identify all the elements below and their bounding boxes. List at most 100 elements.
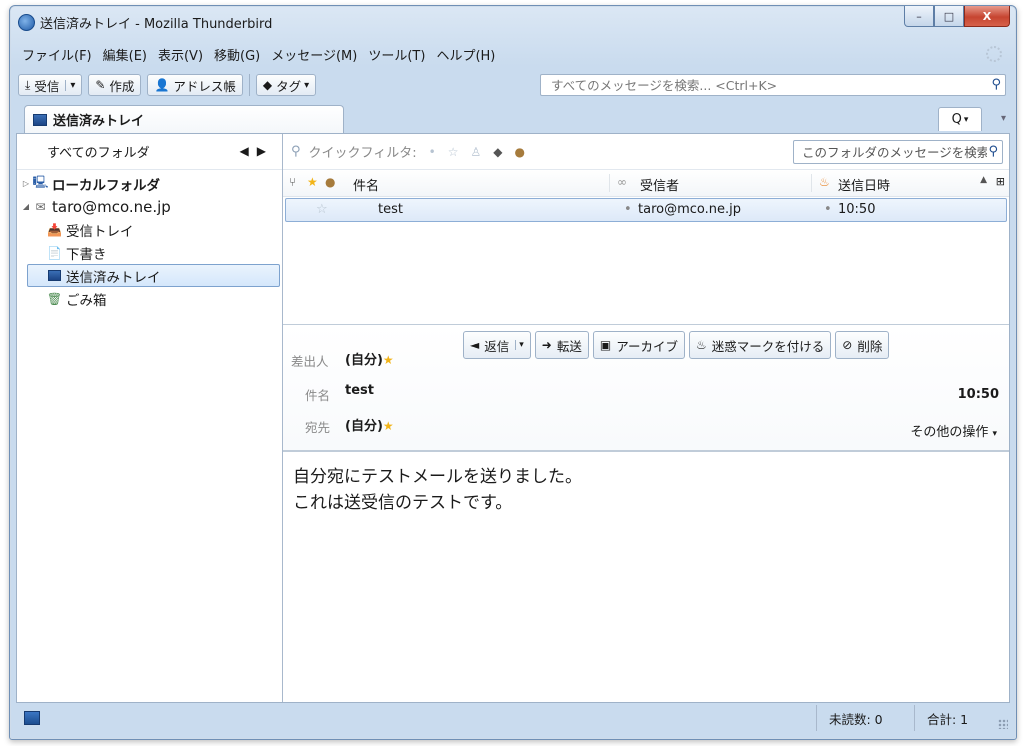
to-label: 宛先	[305, 420, 331, 435]
tag-dropdown-icon: ▾	[304, 79, 310, 91]
get-messages-dropdown-icon[interactable]: ▾	[65, 79, 75, 91]
close-button[interactable]: X	[964, 6, 1010, 27]
total-count: 合計: 1	[914, 705, 994, 731]
main-content: すべてのフォルダ ◀▶ ▷ 🖳 ローカルフォルダ ◢ ✉ taro@mco.ne…	[16, 133, 1010, 703]
thunderbird-app-icon	[18, 14, 35, 31]
flame-icon: ♨	[695, 338, 707, 352]
forward-button[interactable]: ➜ 転送	[534, 331, 589, 359]
message-header: ◄ 返信 ▾ ➜ 転送 ▣ アーカイブ ♨ 迷惑マークを付ける ⊘ 削除 差出人…	[283, 324, 1009, 452]
person-icon: 👤	[154, 78, 170, 92]
star-icon[interactable]: ★	[383, 353, 394, 367]
global-search-box[interactable]: ⚲	[540, 74, 1006, 96]
tab-search-menu-button[interactable]: Q ▾	[938, 107, 982, 131]
write-button[interactable]: ✎ 作成	[88, 74, 142, 96]
menu-bar: ファイル(F) 編集(E) 表示(V) 移動(G) メッセージ(M) ツール(T…	[10, 42, 630, 66]
thunderbird-window: 送信済みトレイ - Mozilla Thunderbird – □ X ファイル…	[9, 5, 1017, 740]
tab-list-arrow-icon[interactable]: ▾	[1001, 113, 1006, 124]
menu-edit[interactable]: 編集(E)	[103, 45, 147, 64]
folder-trash[interactable]: 🗑 ごみ箱	[17, 287, 282, 310]
sent-folder-icon	[47, 269, 62, 283]
to-name: (自分)	[345, 419, 383, 434]
menu-help[interactable]: ヘルプ(H)	[436, 45, 495, 64]
reply-dropdown-icon[interactable]: ▾	[515, 340, 524, 350]
reply-button[interactable]: ◄ 返信 ▾	[463, 331, 531, 359]
online-status-icon[interactable]	[24, 711, 40, 725]
archive-button[interactable]: ▣ アーカイブ	[592, 331, 685, 359]
column-picker-icon[interactable]: ⊞	[996, 175, 1005, 188]
attachment-filter-icon[interactable]: ●	[515, 145, 525, 159]
folder-search-box[interactable]: ⚲	[793, 140, 1003, 164]
column-date[interactable]: 送信日時	[838, 175, 890, 194]
reply-arrow-icon: ◄	[470, 338, 480, 352]
window-title: 送信済みトレイ - Mozilla Thunderbird	[40, 17, 273, 32]
search-icon[interactable]: ⚲	[991, 77, 1001, 92]
inbox-icon: 📥	[47, 222, 62, 237]
folder-search-input[interactable]	[800, 143, 989, 161]
menu-view[interactable]: 表示(V)	[158, 45, 203, 64]
table-row[interactable]: ☆ test • taro@mco.ne.jp • 10:50	[285, 198, 1007, 222]
read-column-icon[interactable]: ∞	[617, 175, 627, 189]
address-book-button[interactable]: 👤 アドレス帳	[147, 74, 243, 96]
menu-file[interactable]: ファイル(F)	[22, 45, 92, 64]
from-value[interactable]: (自分)★	[345, 349, 394, 368]
unread-filter-icon[interactable]: •	[429, 145, 436, 159]
prev-arrow-icon[interactable]: ◀	[240, 144, 257, 158]
junk-button[interactable]: ♨ 迷惑マークを付ける	[688, 331, 832, 359]
starred-filter-icon[interactable]: ☆	[448, 145, 459, 159]
download-icon: ⤓	[25, 77, 31, 92]
other-actions-button[interactable]: その他の操作 ▾	[910, 421, 997, 440]
row-recipient: taro@mco.ne.jp	[638, 202, 741, 217]
next-arrow-icon[interactable]: ▶	[257, 144, 274, 158]
archive-box-icon: ▣	[599, 338, 612, 352]
tag-button[interactable]: ◆ タグ ▾	[255, 74, 317, 96]
message-time: 10:50	[957, 387, 999, 402]
star-empty-icon[interactable]: ☆	[316, 202, 328, 217]
folder-pane-header[interactable]: すべてのフォルダ ◀▶	[17, 134, 282, 170]
folder-sent[interactable]: 送信済みトレイ	[27, 264, 280, 287]
global-search-input[interactable]	[549, 76, 983, 94]
tag-label: タグ	[276, 78, 302, 94]
body-line: 自分宛にテストメールを送りました。	[293, 467, 582, 487]
collapse-twisty-icon[interactable]: ◢	[21, 202, 31, 211]
thread-list-empty-space	[283, 224, 1009, 320]
column-divider	[811, 174, 812, 192]
chevron-down-icon: ▾	[963, 114, 969, 125]
sent-folder-icon	[33, 113, 47, 126]
minimize-button[interactable]: –	[904, 6, 934, 27]
junk-column-icon[interactable]: ♨	[819, 175, 830, 189]
folder-label: ごみ箱	[66, 292, 107, 309]
folder-pane: すべてのフォルダ ◀▶ ▷ 🖳 ローカルフォルダ ◢ ✉ taro@mco.ne…	[17, 134, 283, 702]
star-icon[interactable]: ★	[383, 419, 394, 433]
contact-filter-icon[interactable]: ♙	[471, 145, 482, 159]
thread-column-icon[interactable]: ⑂	[289, 175, 296, 189]
column-recipient[interactable]: 受信者	[640, 175, 679, 194]
get-messages-button[interactable]: ⤓ 受信 ▾	[18, 74, 83, 96]
attachment-column-icon[interactable]: ●	[325, 175, 335, 189]
menu-message[interactable]: メッセージ(M)	[271, 45, 357, 64]
expand-twisty-icon[interactable]: ▷	[21, 179, 31, 188]
folder-drafts[interactable]: 📄 下書き	[17, 241, 282, 264]
folder-label: taro@mco.ne.jp	[52, 197, 171, 216]
resize-grip-icon[interactable]	[998, 719, 1008, 729]
tag-filter-icon[interactable]: ◆	[493, 145, 502, 159]
junk-dot-icon[interactable]: •	[824, 202, 832, 217]
column-subject[interactable]: 件名	[353, 175, 379, 194]
delete-label: 削除	[857, 338, 883, 354]
tab-sent-folder[interactable]: 送信済みトレイ	[24, 105, 344, 133]
maximize-button[interactable]: □	[934, 6, 964, 27]
address-book-label: アドレス帳	[173, 78, 236, 94]
menu-go[interactable]: 移動(G)	[214, 45, 260, 64]
to-value[interactable]: (自分)★	[345, 415, 394, 434]
menu-tools[interactable]: ツール(T)	[368, 45, 425, 64]
read-dot-icon[interactable]: •	[624, 202, 632, 217]
computer-icon: 🖳	[32, 175, 49, 189]
search-icon[interactable]: ⚲	[988, 144, 998, 159]
quick-filter-icon[interactable]: ⚲	[291, 144, 301, 159]
folder-account[interactable]: ◢ ✉ taro@mco.ne.jp	[17, 195, 282, 218]
folder-local-folders[interactable]: ▷ 🖳 ローカルフォルダ	[17, 172, 282, 195]
reply-label: 返信	[484, 338, 510, 354]
sort-ascending-icon: ▲	[980, 175, 987, 185]
folder-inbox[interactable]: 📥 受信トレイ	[17, 218, 282, 241]
star-column-icon[interactable]: ★	[307, 175, 318, 189]
delete-button[interactable]: ⊘ 削除	[835, 331, 890, 359]
